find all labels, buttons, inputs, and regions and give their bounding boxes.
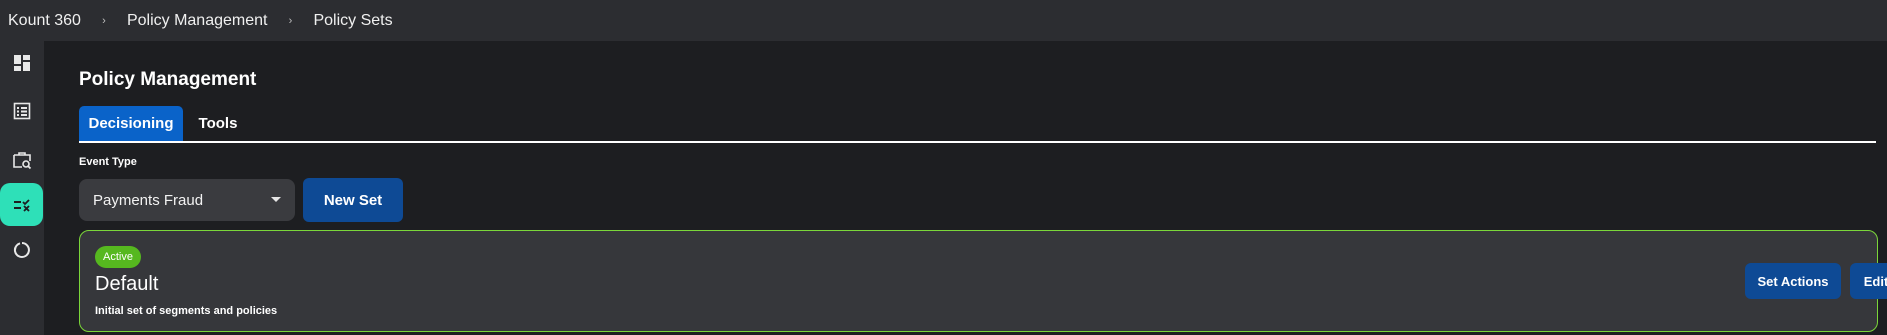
event-type-value: Payments Fraud [93,191,204,209]
policy-set-description: Initial set of segments and policies [95,305,278,317]
rules-icon [13,198,30,212]
sidebar-item-investigations[interactable] [0,138,43,181]
edit-button[interactable]: Edit [1850,263,1887,299]
breadcrumb-root[interactable]: Kount 360 [8,12,81,30]
breadcrumb-separator-icon: › [102,14,106,27]
dashboard-icon [13,54,30,71]
case-search-icon [12,151,31,169]
sidebar-item-lists[interactable] [0,89,43,132]
policy-set-card[interactable]: Active Default Initial set of segments a… [79,230,1887,332]
status-badge: Active [95,246,141,268]
breadcrumb-policy-management[interactable]: Policy Management [127,12,268,30]
caret-down-icon [271,197,281,202]
tab-tools[interactable]: Tools [183,106,253,141]
main-content: Policy Management Decisioning Tools Even… [44,41,1887,335]
page-title: Policy Management [79,69,257,90]
breadcrumb-separator-icon: › [288,14,293,27]
top-navigation-bar: Kount 360 › Policy Management › Policy S… [0,0,1887,41]
breadcrumb-policy-sets: Policy Sets [313,11,393,29]
sidebar-item-dashboard[interactable] [0,41,43,84]
sidebar-item-policy-management[interactable] [0,183,43,226]
tab-bar: Decisioning Tools [79,106,1876,143]
list-icon [13,102,30,119]
new-set-button[interactable]: New Set [303,178,403,222]
event-type-label: Event Type [79,156,137,168]
event-type-select[interactable]: Payments Fraud [79,179,295,221]
sidebar [0,41,44,335]
set-actions-button[interactable]: Set Actions [1745,263,1841,299]
tab-decisioning[interactable]: Decisioning [79,106,183,141]
sidebar-item-refresh[interactable] [0,228,43,271]
policy-set-name: Default [95,273,159,295]
refresh-icon [13,241,30,258]
